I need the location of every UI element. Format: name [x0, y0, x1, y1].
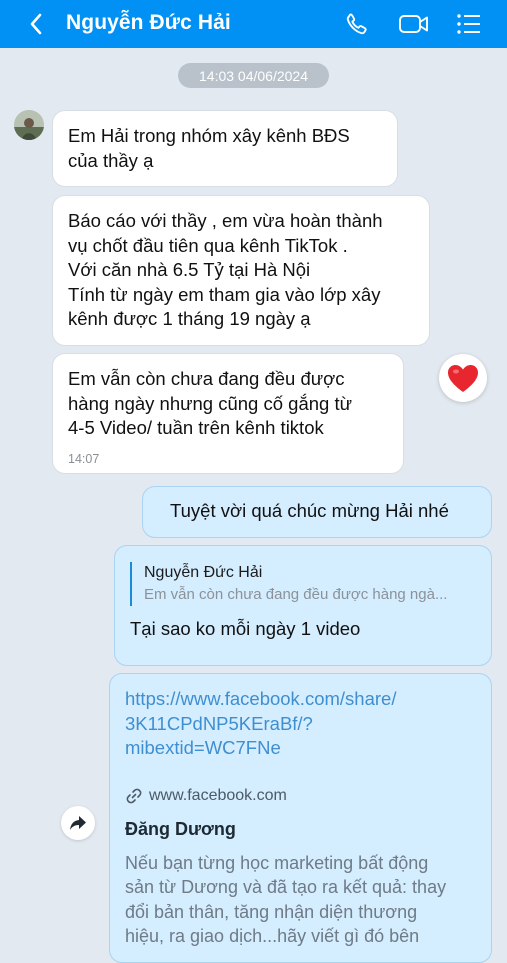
url-line: mibextid=WC7FNe — [125, 737, 281, 758]
link-card-description: Nếu bạn từng học marketing bất động sản … — [125, 852, 447, 947]
message-time: 14:07 — [68, 451, 100, 466]
link-icon — [125, 787, 143, 805]
date-separator: 14:03 04/06/2024 — [178, 63, 329, 88]
chevron-left-icon[interactable] — [22, 0, 50, 48]
incoming-message[interactable]: Báo cáo với thầy , em vừa hoàn thành vụ … — [52, 195, 430, 346]
url-line: 3K11CPdNP5KEraBf/? — [125, 712, 313, 734]
shared-url[interactable]: https://www.facebook.com/share/ 3K11CPdN… — [125, 687, 476, 761]
link-domain-row[interactable]: www.facebook.com — [125, 784, 476, 809]
quoted-text: Em vẫn còn chưa đang đều được hàng ngà..… — [144, 586, 448, 603]
message-text: Em Hải trong nhóm xây kênh BĐS của thầy … — [68, 125, 350, 171]
incoming-message[interactable]: Em Hải trong nhóm xây kênh BĐS của thầy … — [52, 110, 398, 187]
link-domain: www.facebook.com — [149, 786, 287, 804]
url-line: https://www.facebook.com/share/ — [125, 688, 397, 709]
contact-name[interactable]: Nguyễn Đức Hải — [66, 11, 231, 35]
heart-reaction-icon[interactable] — [439, 354, 487, 402]
chat-header: Nguyễn Đức Hải — [0, 0, 507, 48]
message-text: Báo cáo với thầy , em vừa hoàn thành vụ … — [68, 210, 383, 329]
avatar[interactable] — [14, 110, 44, 140]
phone-icon[interactable] — [341, 0, 373, 48]
message-text: Tuyệt vời quá chúc mừng Hải nhé — [170, 500, 449, 521]
message-text: Em vẫn còn chưa đang đều được hàng ngày … — [68, 368, 352, 438]
quoted-sender: Nguyễn Đức Hải — [144, 564, 263, 581]
video-camera-icon[interactable] — [396, 0, 432, 48]
incoming-message[interactable]: Em vẫn còn chưa đang đều được hàng ngày … — [52, 353, 404, 474]
outgoing-quoted-reply[interactable]: Nguyễn Đức Hải Em vẫn còn chưa đang đều … — [114, 545, 492, 666]
quoted-message[interactable]: Nguyễn Đức Hải Em vẫn còn chưa đang đều … — [130, 562, 476, 606]
message-text: Tại sao ko mỗi ngày 1 video — [130, 618, 361, 639]
list-menu-icon[interactable] — [454, 0, 484, 48]
link-preview-message[interactable]: https://www.facebook.com/share/ 3K11CPdN… — [109, 673, 492, 963]
forward-share-icon[interactable] — [61, 806, 95, 840]
outgoing-message[interactable]: Tuyệt vời quá chúc mừng Hải nhé — [142, 486, 492, 538]
link-card-title: Đăng Dương — [125, 819, 236, 839]
